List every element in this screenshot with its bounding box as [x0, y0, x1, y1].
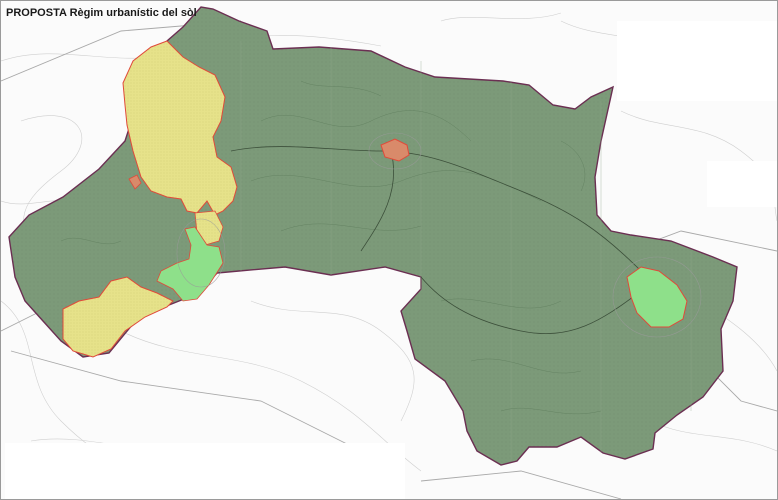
map-title-rest: Règim urbanístic del sòl [66, 7, 197, 19]
blank-panel-2 [707, 161, 777, 207]
blank-panel-3 [5, 443, 405, 499]
map-frame: PROPOSTA Règim urbanístic del sòl [0, 0, 778, 500]
map-title: PROPOSTA Règim urbanístic del sòl [6, 7, 197, 19]
map-title-bold: PROPOSTA [6, 7, 67, 19]
blank-panel-1 [617, 21, 777, 101]
